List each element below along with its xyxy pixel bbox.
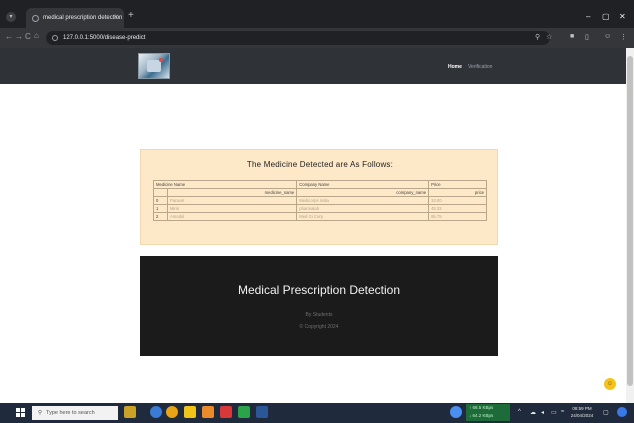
subheader-medicine: medicine_name: [166, 188, 298, 197]
taskbar-pdf-icon[interactable]: [220, 406, 232, 418]
table-row: 0 Paracet Medicorps India 33.00: [153, 196, 487, 205]
footer-byline: By Students: [305, 312, 333, 318]
taskbar-calculator-icon[interactable]: [256, 406, 268, 418]
medicine-table: Medicine Name Company Name Price medicin…: [152, 180, 487, 221]
search-icon: ⚲: [38, 410, 43, 416]
close-window-icon[interactable]: ✕: [619, 12, 626, 21]
home-icon[interactable]: ⌂: [34, 31, 39, 40]
clock-date: 24/04/2024: [570, 413, 594, 418]
network-speed-widget[interactable]: ↑ 68.5 KBps ↓ 64.2 KBps: [466, 404, 510, 421]
minimize-icon[interactable]: –: [586, 12, 590, 21]
site-footer: Medical Prescription Detection By Studen…: [140, 256, 498, 356]
footer-copyright: © Copyright 2024: [299, 324, 339, 330]
logo-shape: [147, 60, 161, 72]
table-header-row: Medicine Name Company Name Price: [152, 180, 487, 189]
taskbar-chrome-icon[interactable]: [166, 406, 178, 418]
tab-title: medical prescription detection: [43, 15, 123, 21]
header-price: Price: [428, 180, 487, 189]
menu-dots-icon[interactable]: ⋮: [620, 33, 627, 41]
site-logo[interactable]: [138, 53, 170, 79]
header-medicine: Medicine Name: [152, 180, 298, 189]
net-download: ↓ 64.2 KBps: [469, 412, 494, 418]
logo-dot: [159, 58, 163, 62]
taskbar-profile-icon[interactable]: [617, 407, 627, 417]
nav-verification-link[interactable]: Verification: [468, 64, 492, 70]
table-row: 2 Amodol Med Gi Corp 85.75: [153, 212, 487, 221]
taskbar-whatsapp-icon[interactable]: [238, 406, 250, 418]
maximize-icon[interactable]: ▢: [602, 12, 610, 21]
web-page: Home Verification The Medicine Detected …: [0, 48, 626, 403]
new-tab-button[interactable]: +: [128, 10, 134, 21]
profile-icon[interactable]: ☺: [604, 33, 611, 40]
row-medicine: Amodol: [166, 212, 298, 221]
tab-medical-prescription[interactable]: medical prescription detection ×: [26, 8, 124, 28]
header-company: Company Name: [296, 180, 430, 189]
tray-cloud-icon[interactable]: ☁: [530, 409, 536, 416]
taskbar-app-icon[interactable]: [202, 406, 214, 418]
row-medicine: Mirin: [166, 204, 298, 213]
net-upload: ↑ 68.5 KBps: [469, 405, 494, 410]
clock-time: 08:59 PM: [572, 406, 592, 411]
url-text: 127.0.0.1:5000/disease-predict: [63, 35, 146, 41]
taskbar-folder-icon[interactable]: [184, 406, 196, 418]
chat-bubble-icon[interactable]: ☺: [604, 378, 616, 390]
subheader-index: [153, 188, 168, 197]
result-heading: The Medicine Detected are As Follows:: [246, 160, 394, 169]
subheader-company: company_name: [296, 188, 430, 197]
tray-battery-icon[interactable]: ▭: [551, 409, 557, 416]
footer-title: Medical Prescription Detection: [237, 283, 401, 297]
row-price: 33.00: [428, 196, 487, 205]
extension-icon[interactable]: ■: [570, 33, 574, 40]
site-navbar: Home Verification: [0, 48, 626, 84]
back-icon[interactable]: ←: [5, 32, 13, 41]
row-index: 1: [153, 204, 168, 213]
row-price: 45.32: [428, 204, 487, 213]
taskbar-app-animal-icon[interactable]: [124, 406, 136, 418]
row-company: pharmalab: [296, 204, 430, 213]
tray-speaker-icon[interactable]: ◂: [541, 409, 544, 416]
nav-home-link[interactable]: Home: [448, 64, 462, 70]
sidepanel-icon[interactable]: ▯: [585, 33, 589, 41]
row-medicine: Paracet: [166, 196, 298, 205]
row-index: 2: [153, 212, 168, 221]
zoom-icon[interactable]: ⚲: [535, 33, 540, 41]
table-row: 1 Mirin pharmalab 45.32: [153, 204, 487, 213]
subheader-price: price: [428, 188, 487, 197]
windows-start-icon[interactable]: [16, 408, 26, 418]
search-placeholder: Type here to search: [46, 410, 95, 416]
tray-chevron-icon[interactable]: ^: [518, 409, 521, 415]
forward-icon[interactable]: →: [15, 32, 23, 41]
scrollbar-thumb[interactable]: [627, 56, 633, 386]
tray-wifi-icon[interactable]: ≈: [561, 409, 564, 415]
taskbar-weather-icon[interactable]: [450, 406, 462, 418]
address-bar[interactable]: 127.0.0.1:5000/disease-predict: [46, 31, 550, 45]
notification-icon[interactable]: ▢: [603, 409, 609, 416]
bookmark-star-icon[interactable]: ☆: [546, 33, 552, 41]
taskbar-clock[interactable]: 08:59 PM 24/04/2024: [568, 405, 596, 419]
result-card: The Medicine Detected are As Follows: Me…: [140, 149, 498, 245]
taskbar-edge-icon[interactable]: [150, 406, 162, 418]
row-price: 85.75: [428, 212, 487, 221]
tab-search-icon[interactable]: ▾: [6, 12, 16, 22]
globe-icon: [32, 14, 39, 22]
row-index: 0: [153, 196, 168, 205]
table-subheader-row: medicine_name company_name price: [153, 188, 487, 197]
taskbar-search-box[interactable]: ⚲ Type here to search: [32, 406, 118, 420]
row-company: Med Gi Corp: [296, 212, 430, 221]
tab-close-icon[interactable]: ×: [114, 14, 118, 21]
row-company: Medicorps India: [296, 196, 430, 205]
site-info-icon[interactable]: [52, 35, 58, 41]
reload-icon[interactable]: C: [25, 32, 31, 41]
